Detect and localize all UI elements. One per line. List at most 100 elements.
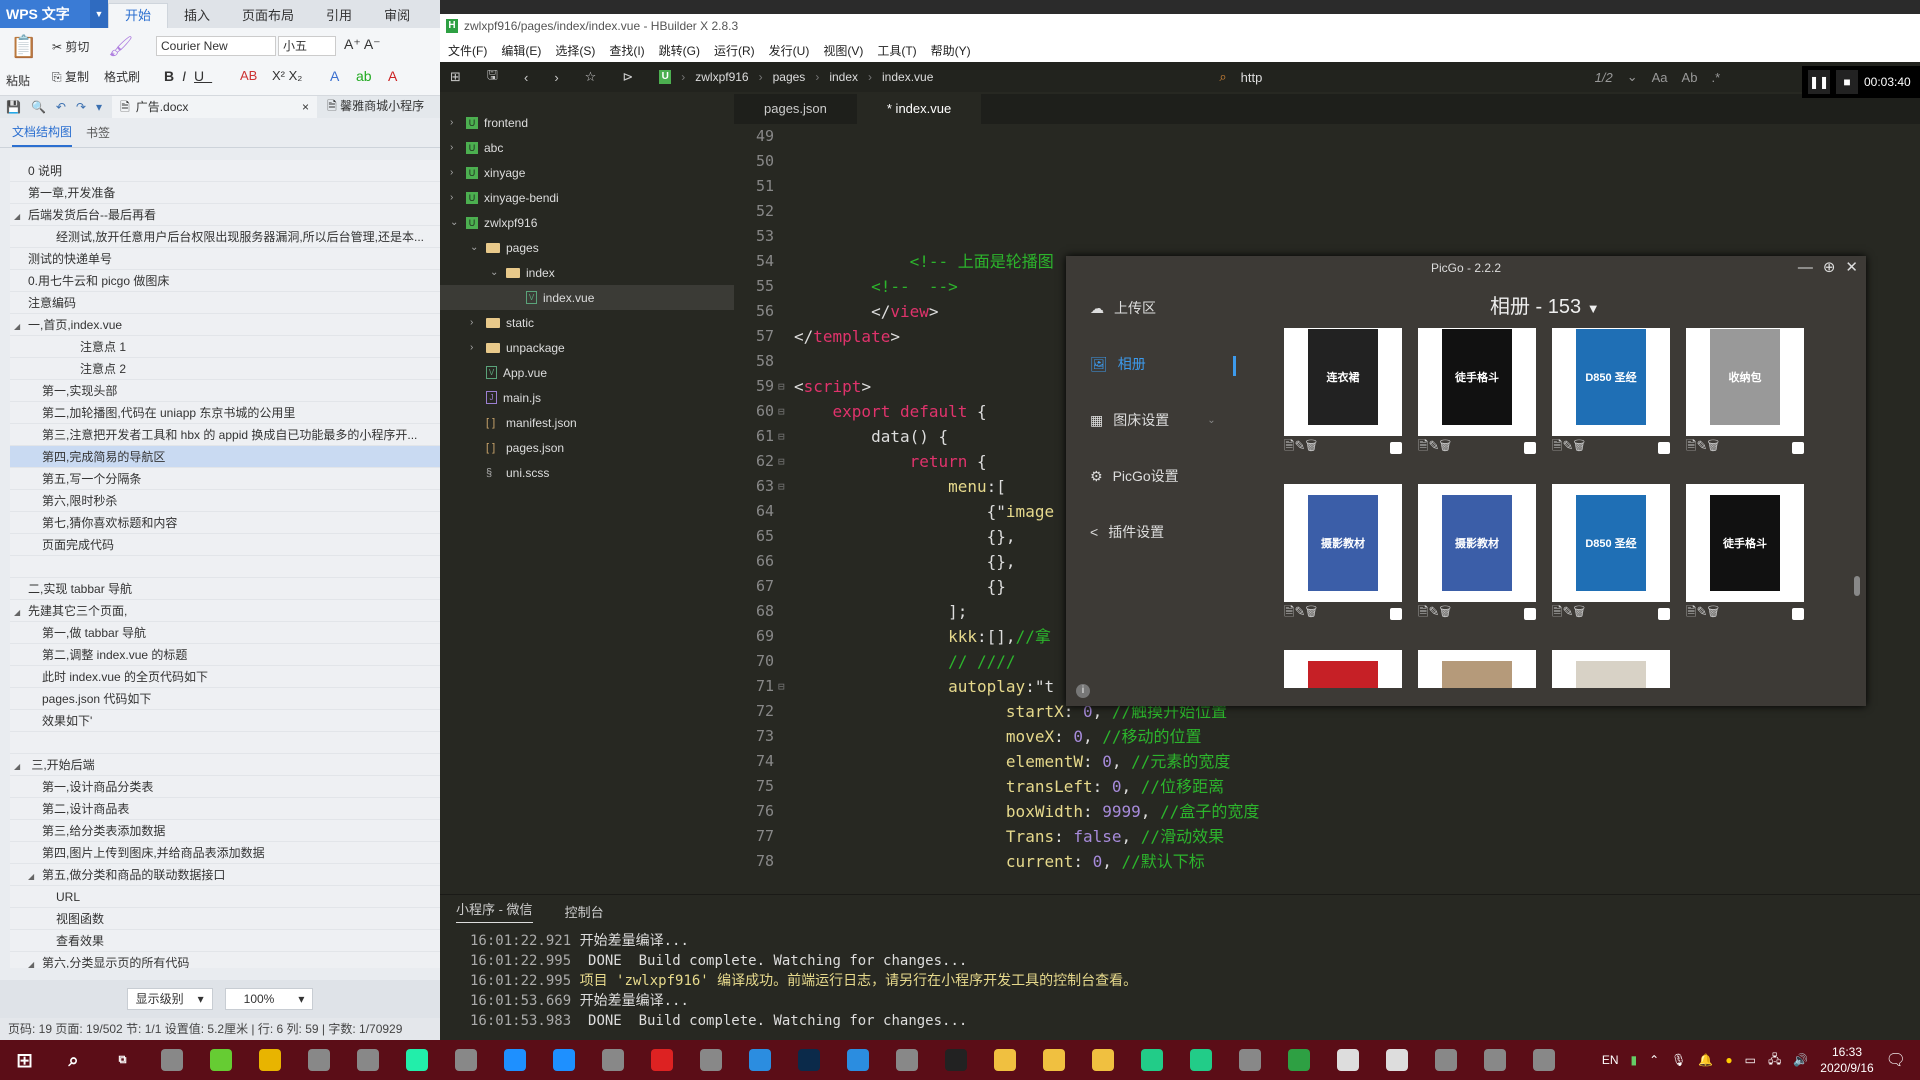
brush-icon[interactable]: 🖌	[108, 34, 133, 59]
outline-item[interactable]: 页面完成代码	[10, 534, 440, 556]
customize-icon[interactable]: ▾	[96, 100, 102, 114]
chevron-right-icon[interactable]: ›	[450, 167, 460, 178]
outline-item[interactable]: 0 说明	[10, 160, 440, 182]
outline-item[interactable]: 第三,注意把开发者工具和 hbx 的 appid 换成自已功能最多的小程序开..…	[10, 424, 440, 446]
tree-item[interactable]: ⌄ index	[440, 260, 734, 285]
battery-icon[interactable]: ▭	[1745, 1053, 1756, 1067]
search-icon[interactable]: ⌕	[1219, 69, 1226, 85]
outline-item[interactable]: ◢ 第六,分类显示页的所有代码	[10, 952, 440, 968]
format-painter-button[interactable]: 格式刷	[104, 68, 140, 85]
strikethrough-icon[interactable]: AB	[240, 68, 257, 83]
ribbon-tab[interactable]: 引用	[310, 4, 368, 28]
search-input[interactable]: http	[1241, 70, 1581, 85]
tab-miniprogram-wechat[interactable]: 小程序 - 微信	[456, 899, 533, 923]
fold-icon[interactable]: ⊟	[778, 474, 794, 499]
gallery-item[interactable]: 连衣裙 🗎✎🗑	[1284, 328, 1402, 460]
outline-item[interactable]: 0.用七牛云和 picgo 做图床	[10, 270, 440, 292]
display-level-select[interactable]: 显示级别 ▾	[126, 988, 213, 1010]
copy-link-icon[interactable]: 🗎	[1418, 438, 1428, 453]
outline-item[interactable]: 第一,设计商品分类表	[10, 776, 440, 798]
menu-item[interactable]: 发行(U)	[769, 42, 810, 59]
star-icon[interactable]: ☆	[585, 69, 597, 85]
usb-icon[interactable]: ▮	[1631, 1053, 1638, 1067]
image-thumbnail[interactable]: △	[1686, 650, 1804, 688]
outline-item[interactable]: 经测试,放开任意用户后台权限出现服务器漏洞,所以后台管理,还是本...	[10, 226, 440, 248]
delete-icon[interactable]: 🗑	[1707, 438, 1719, 453]
language-indicator[interactable]: EN	[1602, 1053, 1619, 1067]
ribbon-tab[interactable]: 插入	[168, 4, 226, 28]
edit-icon[interactable]: ✎	[1294, 438, 1305, 453]
taskbar-chrome-icon[interactable]	[245, 1040, 294, 1080]
menu-item[interactable]: 运行(R)	[714, 42, 755, 59]
forward-icon[interactable]: ›	[554, 70, 558, 85]
taskbar-app-pic-icon[interactable]	[1519, 1040, 1568, 1080]
gallery-item[interactable]: 郭林日记	[1418, 650, 1536, 688]
chevron-right-icon[interactable]: ›	[470, 342, 480, 353]
outline-item[interactable]: ◢ 一,首页,index.vue	[10, 314, 440, 336]
tab-console[interactable]: 控制台	[565, 902, 604, 921]
menu-item[interactable]: 跳转(G)	[659, 42, 700, 59]
taskbar-hbuilder-icon[interactable]	[1274, 1040, 1323, 1080]
taskbar-ie-icon[interactable]	[539, 1040, 588, 1080]
menu-item[interactable]: 查找(I)	[609, 42, 644, 59]
ribbon-tab[interactable]: 审阅	[368, 4, 426, 28]
taskbar-wechat-icon[interactable]	[1372, 1040, 1421, 1080]
gallery-item[interactable]: 徒手格斗 🗎✎🗑	[1686, 484, 1804, 626]
image-thumbnail[interactable]: 李小龙技击法	[1284, 650, 1402, 688]
copy-link-icon[interactable]: 🗎	[1686, 438, 1696, 453]
copy-button[interactable]: ⎘ 复制	[52, 68, 89, 85]
edit-icon[interactable]: ✎	[1696, 604, 1707, 619]
cut-button[interactable]: ✂ 剪切	[52, 38, 89, 55]
expand-triangle-icon[interactable]: ◢	[14, 206, 28, 225]
close-icon[interactable]: ×	[302, 96, 309, 118]
tree-item[interactable]: › static	[440, 310, 734, 335]
image-thumbnail[interactable]: 健身气功	[1552, 650, 1670, 688]
tree-item[interactable]: › Uabc	[440, 135, 734, 160]
tab-index-vue[interactable]: * index.vue	[856, 94, 982, 124]
gallery-item[interactable]: D850 圣经 🗎✎🗑	[1552, 328, 1670, 460]
taskbar-folder-icon[interactable]	[1029, 1040, 1078, 1080]
taskbar-wechat-icon[interactable]	[1323, 1040, 1372, 1080]
select-checkbox[interactable]	[1792, 608, 1804, 620]
outline-item[interactable]: ◢ 先建其它三个页面,	[10, 600, 440, 622]
copy-link-icon[interactable]: 🗎	[1418, 604, 1428, 619]
print-preview-icon[interactable]: 🔍	[31, 100, 46, 114]
outline-item[interactable]: URL	[10, 886, 440, 908]
delete-icon[interactable]: 🗑	[1707, 604, 1719, 619]
outline-item[interactable]: 查看效果	[10, 930, 440, 952]
image-thumbnail[interactable]: 郭林日记	[1418, 650, 1536, 688]
taskbar-youdao-icon[interactable]	[637, 1040, 686, 1080]
taskbar-vscode-alt-icon[interactable]	[392, 1040, 441, 1080]
outline-item[interactable]: 第三,给分类表添加数据	[10, 820, 440, 842]
breadcrumb-item[interactable]: index	[829, 70, 858, 84]
taskbar-avatar-icon[interactable]	[882, 1040, 931, 1080]
select-checkbox[interactable]	[1658, 442, 1670, 454]
copy-link-icon[interactable]: 🗎	[1552, 604, 1562, 619]
expand-triangle-icon[interactable]: ◢	[14, 316, 28, 335]
ribbon-tab[interactable]: 开始	[108, 3, 169, 28]
taskbar-wps-icon[interactable]	[833, 1040, 882, 1080]
clock[interactable]: 16:33 2020/9/16	[1820, 1044, 1873, 1076]
taskbar-folder-icon[interactable]	[1078, 1040, 1127, 1080]
delete-icon[interactable]: 🗑	[1305, 438, 1317, 453]
expand-triangle-icon[interactable]: ◢	[14, 756, 28, 775]
gallery-item[interactable]: 收纳包 🗎✎🗑	[1686, 328, 1804, 460]
delete-icon[interactable]: 🗑	[1439, 438, 1451, 453]
outline-item[interactable]: 第二,设计商品表	[10, 798, 440, 820]
outline-item[interactable]: 第六,限时秒杀	[10, 490, 440, 512]
taskbar-pycharm-icon[interactable]	[1176, 1040, 1225, 1080]
outline-item[interactable]: 二,实现 tabbar 导航	[10, 578, 440, 600]
chevron-up-icon[interactable]: ⌃	[1649, 1053, 1659, 1067]
taskbar-notepad-icon[interactable]	[343, 1040, 392, 1080]
chevron-down-icon[interactable]: ⌄	[470, 242, 480, 253]
close-icon[interactable]: ✕	[1845, 256, 1858, 280]
gallery-item[interactable]: 李小龙技击法	[1284, 650, 1402, 688]
tree-item[interactable]: [ ] pages.json	[440, 435, 734, 460]
image-thumbnail[interactable]: 徒手格斗	[1686, 484, 1804, 602]
taskbar-ie-green-icon[interactable]	[196, 1040, 245, 1080]
font-size-select[interactable]: 小五	[278, 36, 336, 56]
pause-icon[interactable]: ❚❚	[1808, 70, 1830, 94]
outline-item[interactable]: 第五,写一个分隔条	[10, 468, 440, 490]
image-thumbnail[interactable]: 摄影教材	[1418, 484, 1536, 602]
copy-link-icon[interactable]: 🗎	[1284, 604, 1294, 619]
